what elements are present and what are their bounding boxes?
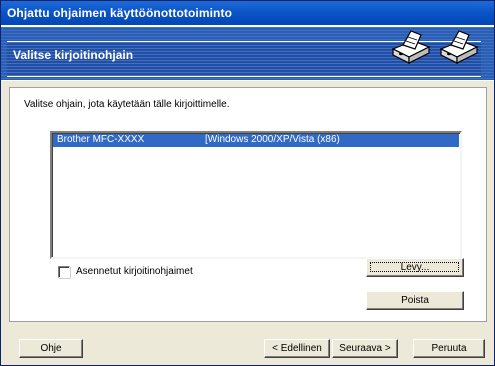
back-button-label: < Edellinen: [272, 343, 322, 354]
instruction-text: Valitse ohjain, jota käytetään tälle kir…: [24, 99, 230, 110]
disk-button-label: Levy...: [400, 262, 430, 273]
help-button[interactable]: Ohje: [19, 339, 83, 358]
printer-icon: [439, 30, 479, 64]
next-button[interactable]: Seuraava >: [332, 339, 398, 358]
driver-list-item[interactable]: Brother MFC-XXXX [Windows 2000/XP/Vista …: [53, 134, 459, 147]
remove-button[interactable]: Poista: [366, 291, 464, 310]
back-button[interactable]: < Edellinen: [264, 339, 330, 358]
printer-icon: [391, 30, 431, 64]
installed-drivers-checkbox[interactable]: [58, 266, 70, 278]
wizard-header: Valitse kirjoitinohjain: [1, 25, 494, 81]
installed-drivers-label: Asennetut kirjoitinohjaimet: [76, 266, 193, 277]
remove-button-label: Poista: [401, 295, 429, 306]
driver-model-cell: Brother MFC-XXXX: [57, 134, 145, 145]
cancel-button[interactable]: Peruuta: [413, 339, 485, 358]
driver-platform-cell: [Windows 2000/XP/Vista (x86): [205, 134, 340, 145]
window-title-bar[interactable]: Ohjattu ohjaimen käyttöönottotoiminto: [1, 1, 494, 25]
driver-wizard-window: Ohjattu ohjaimen käyttöönottotoiminto Va…: [0, 0, 495, 366]
disk-button[interactable]: Levy...: [366, 258, 464, 277]
content-panel: Valitse ohjain, jota käytetään tälle kir…: [9, 87, 487, 322]
cancel-button-label: Peruuta: [431, 343, 467, 354]
wizard-title: Valitse kirjoitinohjain: [13, 48, 134, 62]
window-title: Ohjattu ohjaimen käyttöönottotoiminto: [7, 6, 233, 20]
help-button-label: Ohje: [40, 343, 62, 354]
next-button-label: Seuraava >: [339, 343, 391, 354]
driver-listbox[interactable]: Brother MFC-XXXX [Windows 2000/XP/Vista …: [50, 131, 462, 259]
